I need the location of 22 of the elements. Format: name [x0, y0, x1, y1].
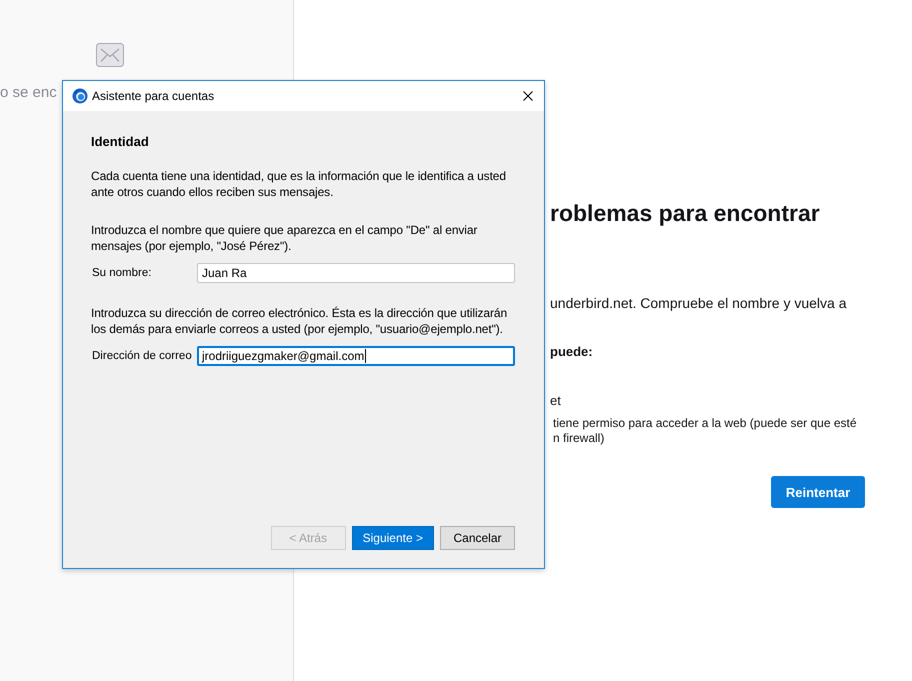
intro-text: Cada cuenta tiene una identidad, que es la información que le identifica a usted ante otros cuando ellos reciben sus mensajes.: [91, 168, 507, 200]
name-input[interactable]: Juan Ra: [197, 263, 515, 283]
cancel-button[interactable]: Cancelar: [440, 526, 515, 550]
next-button[interactable]: Siguiente >: [352, 526, 434, 550]
suggestion-text: et: [550, 392, 561, 410]
sidebar-message-text: o se enc: [0, 83, 57, 103]
error-message-text: underbird.net. Compruebe el nombre y vuelva a: [550, 294, 847, 313]
text-cursor-icon: [365, 349, 366, 363]
section-heading: Identidad: [91, 133, 149, 151]
email-input[interactable]: jrodriiguezgmaker@gmail.com: [197, 346, 515, 366]
envelope-icon: [96, 43, 124, 67]
close-icon: [523, 91, 533, 101]
field-label: Dirección de correo: [91, 350, 193, 362]
error-heading: roblemas para encontrar: [550, 199, 820, 228]
suggestion-text: tiene permiso para acceder a la web (puede ser que esté n firewall): [552, 416, 857, 446]
retry-button[interactable]: Reintentar: [771, 476, 865, 508]
dialog-title: Asistente para cuentas: [92, 89, 214, 103]
field-label: Su nombre:: [91, 267, 152, 279]
field-description-text: Introduzca el nombre que quiere que aparezca en el campo "De" al enviar mensajes (por ejemplo, "José Pérez").: [91, 222, 478, 254]
suggestions-label: puede:: [550, 343, 593, 361]
field-description-text: Introduzca su dirección de correo electrónico. Ésta es la dirección que utilizarán los demás para enviarle correos a usted (por ejemplo, "usuario@ejemplo.net").: [91, 305, 508, 337]
app-logo-icon: [72, 88, 88, 104]
